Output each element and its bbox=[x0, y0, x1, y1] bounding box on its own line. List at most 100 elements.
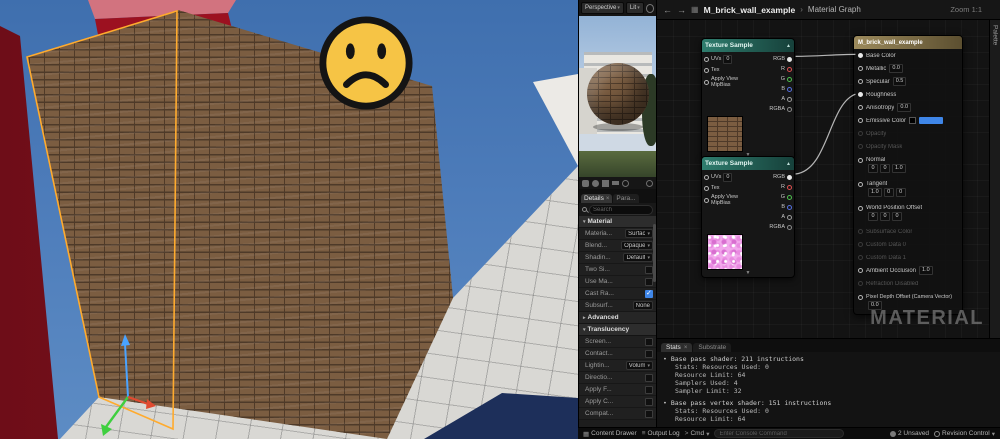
close-icon[interactable]: × bbox=[684, 345, 688, 351]
details-search-row bbox=[579, 203, 656, 216]
back-icon[interactable]: ← bbox=[663, 5, 672, 15]
tab-stats-label: Stats bbox=[666, 344, 681, 351]
breadcrumb-separator: › bbox=[800, 5, 803, 14]
unsaved-icon bbox=[889, 430, 896, 437]
preview-sphere-icon[interactable] bbox=[592, 179, 599, 187]
tab-details[interactable]: Details × bbox=[581, 194, 613, 203]
chevron-down-icon: ▾ bbox=[647, 362, 650, 369]
gizmo-z-axis[interactable] bbox=[124, 343, 129, 398]
chevron-down-icon: ▾ bbox=[637, 5, 640, 11]
shading-model-dropdown[interactable]: Default ▾ bbox=[623, 253, 653, 262]
row-apply-fogging: Apply F... bbox=[579, 384, 656, 396]
row-use-material-attributes: Use Ma... bbox=[579, 276, 656, 288]
row-shading-model: Shadin... Default ▾ bbox=[579, 252, 656, 264]
gizmo-x-arrowhead[interactable] bbox=[146, 399, 156, 409]
wire-basecolor bbox=[795, 53, 856, 57]
revision-control-button[interactable]: Revision Control ▾ bbox=[934, 430, 995, 438]
graph-wires bbox=[795, 53, 856, 175]
tab-parameters[interactable]: Para... bbox=[613, 194, 639, 203]
stats-panel: Stats × Substrate Base pass shader: 211 … bbox=[657, 338, 1000, 427]
material-domain-dropdown[interactable]: Surfac ▾ bbox=[625, 229, 653, 238]
row-material-domain: Materia... Surfac ▾ bbox=[579, 228, 656, 240]
preview-cylinder-icon[interactable] bbox=[582, 179, 589, 187]
palette-tab[interactable]: Palette bbox=[989, 20, 1000, 338]
row-subsurface-profile: Subsurf... None bbox=[579, 300, 656, 312]
material-preview-viewport[interactable] bbox=[579, 16, 656, 177]
preview-plane-icon[interactable] bbox=[612, 181, 619, 185]
search-icon bbox=[582, 207, 587, 212]
unsaved-indicator[interactable]: 2 Unsaved bbox=[889, 430, 929, 437]
tab-parameters-label: Para... bbox=[616, 195, 636, 202]
stats-line: Sampler Limit: 32 bbox=[675, 387, 742, 395]
details-panel: ▾ Material Materia... Surfac ▾ Blend... … bbox=[579, 216, 656, 427]
row-directional-lighting: Directio... bbox=[579, 372, 656, 384]
preview-cube-icon[interactable] bbox=[602, 179, 609, 187]
content-drawer-button[interactable]: ▦ Content Drawer bbox=[583, 430, 637, 438]
lit-label: Lit bbox=[629, 5, 637, 11]
section-material[interactable]: ▾ Material bbox=[579, 216, 656, 228]
console-command-input[interactable] bbox=[714, 429, 845, 438]
lighting-mode-dropdown[interactable]: Volum ▾ bbox=[625, 361, 653, 370]
forward-icon[interactable]: → bbox=[677, 5, 686, 15]
row-compatibility: Compat... bbox=[579, 408, 656, 420]
output-log-icon: ≡ bbox=[641, 430, 646, 437]
breadcrumb-asset[interactable]: M_brick_wall_example bbox=[704, 5, 796, 15]
status-bar: ▦ Content Drawer ≡ Output Log > Cmd ▾ 2 … bbox=[578, 427, 1000, 439]
chevron-down-icon: ▾ bbox=[991, 430, 995, 438]
section-translucency[interactable]: ▾ Translucency bbox=[579, 324, 656, 336]
stats-line: Resource Limit: 64 bbox=[675, 415, 746, 423]
graph-canvas[interactable]: Texture Sample ▲ UVs 0 Tex Apply View Mi… bbox=[657, 20, 1000, 338]
zoom-level: Zoom 1:1 bbox=[950, 5, 982, 14]
perspective-button[interactable]: Perspective ▾ bbox=[581, 2, 624, 14]
revision-control-icon bbox=[934, 430, 941, 437]
contact-shadows-checkbox[interactable] bbox=[645, 349, 653, 358]
output-log-button[interactable]: ≡ Output Log bbox=[642, 430, 680, 437]
chevron-down-icon: ▾ bbox=[647, 230, 650, 237]
content-drawer-icon: ▦ bbox=[583, 430, 590, 438]
two-sided-checkbox[interactable] bbox=[645, 265, 653, 274]
preview-custom-mesh-icon[interactable] bbox=[622, 179, 629, 187]
subsurface-profile-picker[interactable]: None bbox=[632, 301, 653, 310]
preview-sphere bbox=[587, 63, 649, 125]
graph-watermark: MATERIAL bbox=[870, 307, 984, 329]
preview-settings-icon[interactable] bbox=[646, 179, 653, 187]
section-advanced-label: Advanced bbox=[587, 314, 619, 321]
preview-toolbar: Perspective ▾ Lit ▾ bbox=[579, 0, 656, 16]
tab-stats[interactable]: Stats × bbox=[661, 343, 693, 352]
stats-line: Base pass shader: 211 instructions bbox=[663, 355, 994, 363]
viewport-3d[interactable] bbox=[0, 0, 578, 439]
row-lighting-mode: Lightin... Volum ▾ bbox=[579, 360, 656, 372]
blend-mode-dropdown[interactable]: Opaque ▾ bbox=[621, 241, 653, 250]
chevron-down-icon: ▾ bbox=[706, 430, 710, 438]
compatibility-checkbox[interactable] bbox=[645, 409, 653, 418]
section-advanced[interactable]: ▸ Advanced bbox=[579, 312, 656, 324]
material-graph-panel: ← → ▦ M_brick_wall_example › Material Gr… bbox=[656, 0, 1000, 427]
use-material-attributes-checkbox[interactable] bbox=[645, 277, 653, 286]
search-input[interactable] bbox=[589, 204, 653, 215]
chevron-right-icon: ▸ bbox=[583, 314, 586, 321]
perspective-label: Perspective bbox=[585, 5, 617, 11]
row-screen-space-reflections: Screen... bbox=[579, 336, 656, 348]
cast-shadows-checkbox[interactable] bbox=[645, 289, 653, 298]
cmd-button[interactable]: > Cmd ▾ bbox=[685, 430, 710, 438]
apply-fogging-checkbox[interactable] bbox=[645, 385, 653, 394]
cmd-icon: > bbox=[684, 430, 689, 437]
gizmo-z-arrowhead[interactable] bbox=[121, 334, 130, 346]
row-apply-cloud-fogging: Apply C... bbox=[579, 396, 656, 408]
tab-details-label: Details bbox=[584, 195, 604, 202]
directional-lighting-checkbox[interactable] bbox=[645, 373, 653, 382]
palette-label: Palette bbox=[991, 25, 999, 46]
lit-mode-button[interactable]: Lit ▾ bbox=[625, 2, 644, 14]
transform-gizmo[interactable] bbox=[101, 334, 156, 436]
chevron-down-icon: ▾ bbox=[647, 242, 650, 249]
chevron-down-icon: ▾ bbox=[583, 326, 586, 333]
apply-cloud-checkbox[interactable] bbox=[645, 397, 653, 406]
stats-line: Stats: Resources Used: 0 bbox=[675, 363, 769, 371]
preview-shape-toolbar bbox=[579, 177, 656, 189]
row-two-sided: Two Si... bbox=[579, 264, 656, 276]
viewport-options-icon[interactable] bbox=[645, 3, 654, 13]
tab-substrate[interactable]: Substrate bbox=[693, 343, 732, 352]
close-icon[interactable]: × bbox=[606, 196, 610, 202]
gizmo-x-axis[interactable] bbox=[127, 396, 149, 405]
screen-space-checkbox[interactable] bbox=[645, 337, 653, 346]
